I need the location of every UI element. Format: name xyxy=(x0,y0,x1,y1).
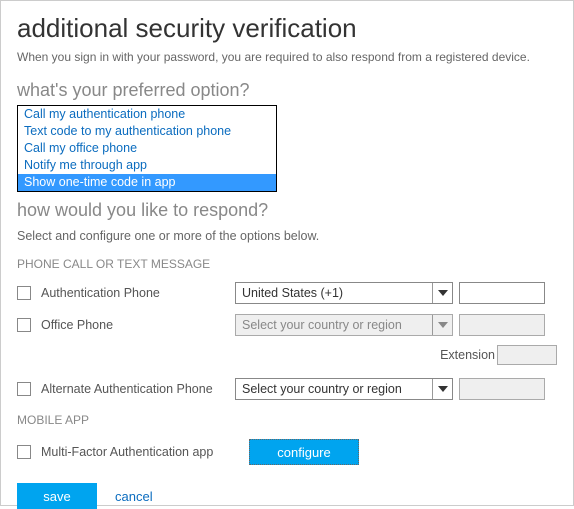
auth-phone-checkbox[interactable] xyxy=(17,286,31,300)
chevron-down-icon xyxy=(432,315,452,335)
save-button[interactable]: save xyxy=(17,483,97,509)
office-phone-number-input xyxy=(459,314,545,336)
dropdown-option[interactable]: Show one-time code in app xyxy=(18,174,276,191)
respond-heading: how would you like to respond? xyxy=(17,200,557,221)
auth-phone-country-value: United States (+1) xyxy=(242,286,343,300)
office-phone-country-value: Select your country or region xyxy=(242,318,402,332)
dropdown-option[interactable]: Notify me through app xyxy=(18,157,276,174)
auth-phone-row: Authentication Phone United States (+1) xyxy=(17,281,557,305)
alt-phone-row: Alternate Authentication Phone Select yo… xyxy=(17,377,557,401)
dropdown-option[interactable]: Call my authentication phone xyxy=(18,106,276,123)
auth-phone-label: Authentication Phone xyxy=(41,286,235,300)
cancel-link[interactable]: cancel xyxy=(115,489,153,504)
office-phone-checkbox[interactable] xyxy=(17,318,31,332)
chevron-down-icon xyxy=(432,283,452,303)
configure-button[interactable]: configure xyxy=(249,439,359,465)
office-phone-label: Office Phone xyxy=(41,318,235,332)
alt-phone-number-input xyxy=(459,378,545,400)
auth-phone-number-input[interactable] xyxy=(459,282,545,304)
extension-row: Extension xyxy=(17,345,557,365)
respond-help-text: Select and configure one or more of the … xyxy=(17,229,557,243)
footer: save cancel xyxy=(17,483,557,509)
page-title: additional security verification xyxy=(17,13,557,44)
dropdown-option[interactable]: Text code to my authentication phone xyxy=(18,123,276,140)
extension-input xyxy=(497,345,557,365)
page-subtitle: When you sign in with your password, you… xyxy=(17,50,557,64)
alt-phone-checkbox[interactable] xyxy=(17,382,31,396)
auth-phone-country-select[interactable]: United States (+1) xyxy=(235,282,453,304)
dropdown-option[interactable]: Call my office phone xyxy=(18,140,276,157)
alt-phone-country-select[interactable]: Select your country or region xyxy=(235,378,453,400)
preferred-option-heading: what's your preferred option? xyxy=(17,80,557,101)
office-phone-country-select: Select your country or region xyxy=(235,314,453,336)
mfa-app-label: Multi-Factor Authentication app xyxy=(41,445,235,459)
chevron-down-icon xyxy=(432,379,452,399)
office-phone-row: Office Phone Select your country or regi… xyxy=(17,313,557,337)
alt-phone-label: Alternate Authentication Phone xyxy=(41,382,235,396)
mfa-app-row: Multi-Factor Authentication app configur… xyxy=(17,439,557,465)
mobile-section-label: MOBILE APP xyxy=(17,413,557,427)
mfa-app-checkbox[interactable] xyxy=(17,445,31,459)
extension-label: Extension xyxy=(440,348,495,362)
alt-phone-country-value: Select your country or region xyxy=(242,382,402,396)
preferred-option-dropdown[interactable]: Call my authentication phoneText code to… xyxy=(17,105,277,192)
phone-section-label: PHONE CALL OR TEXT MESSAGE xyxy=(17,257,557,271)
